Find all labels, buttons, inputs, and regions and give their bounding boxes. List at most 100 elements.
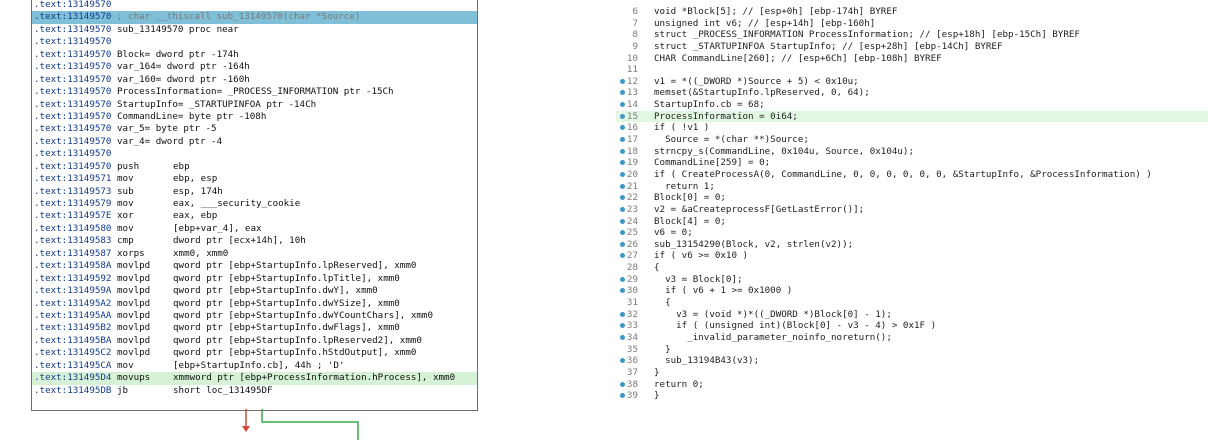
- pseudocode-line[interactable]: 26 sub_13154290(Block, v2, strlen(v2));: [616, 239, 1208, 251]
- pseudocode-text: struct _PROCESS_INFORMATION ProcessInfor…: [654, 29, 1080, 41]
- pseudocode-line[interactable]: 16 if ( !v1 ): [616, 122, 1208, 134]
- pseudocode-text: memset(&StartupInfo.lpReserved, 0, 64);: [654, 87, 870, 99]
- line-number: 6: [632, 6, 638, 17]
- pseudocode-text: {: [654, 262, 660, 274]
- line-number: 12: [626, 75, 638, 87]
- pseudocode-line[interactable]: 11: [616, 64, 1208, 76]
- pseudocode-view[interactable]: 6 void *Block[5]; // [esp+0h] [ebp-174h] …: [616, 0, 1208, 440]
- pseudocode-line[interactable]: 17 Source = *(char **)Source;: [616, 134, 1208, 146]
- pseudocode-line[interactable]: 20 if ( CreateProcessA(0, CommandLine, 0,…: [616, 169, 1208, 181]
- pseudocode-line[interactable]: 27 if ( v6 >= 0x10 ): [616, 250, 1208, 262]
- pseudocode-line[interactable]: 14 StartupInfo.cb = 68;: [616, 99, 1208, 111]
- line-number: 29: [626, 273, 638, 285]
- pseudocode-lines: 6 void *Block[5]; // [esp+0h] [ebp-174h] …: [616, 6, 1208, 402]
- pseudocode-text: }: [654, 366, 660, 378]
- pseudocode-line[interactable]: 34 _invalid_parameter_noinfo_noreturn();: [616, 332, 1208, 344]
- pseudocode-line[interactable]: 36 sub_13194B43(v3);: [616, 355, 1208, 367]
- pseudocode-line[interactable]: 35 }: [616, 344, 1208, 356]
- pseudocode-text: sub_13194B43(v3);: [654, 355, 760, 367]
- pseudocode-line[interactable]: 25 v6 = 0;: [616, 227, 1208, 239]
- line-number: 34: [626, 331, 638, 343]
- line-number: 28: [626, 262, 638, 274]
- pseudocode-text: v3 = Block[0];: [654, 273, 743, 285]
- pseudocode-line[interactable]: 32 v3 = (void *)*((_DWORD *)Block[0] - 1…: [616, 309, 1208, 321]
- line-number: 27: [626, 250, 638, 262]
- line-number: 26: [626, 238, 638, 250]
- line-number: 22: [626, 192, 638, 204]
- pseudocode-line[interactable]: 6 void *Block[5]; // [esp+0h] [ebp-174h] …: [616, 6, 1208, 18]
- line-number: 33: [626, 320, 638, 332]
- pseudocode-line[interactable]: 33 if ( (unsigned int)(Block[0] - v3 - 4…: [616, 320, 1208, 332]
- pseudocode-line[interactable]: 24 Block[4] = 0;: [616, 216, 1208, 228]
- line-number: 37: [626, 366, 638, 378]
- pseudocode-text: v3 = (void *)*((_DWORD *)Block[0] - 1);: [654, 308, 892, 320]
- line-number: 7: [632, 17, 638, 29]
- line-number: 10: [626, 52, 638, 64]
- pseudocode-text: if ( (unsigned int)(Block[0] - v3 - 4) >…: [654, 320, 937, 332]
- panel-gutter: [486, 0, 616, 440]
- line-number: 16: [626, 122, 638, 134]
- pseudocode-text: strncpy_s(CommandLine, 0x104u, Source, 0…: [654, 145, 914, 157]
- pseudocode-text: }: [654, 343, 671, 355]
- line-number: 11: [626, 64, 638, 76]
- graph-edges: [242, 409, 359, 440]
- pseudocode-text: Block[0] = 0;: [654, 192, 726, 204]
- pseudocode-text: return 0;: [654, 378, 704, 390]
- line-number: 21: [626, 180, 638, 192]
- line-number: 9: [632, 40, 638, 52]
- pseudocode-text: void *Block[5]; // [esp+0h] [ebp-174h] B…: [654, 6, 898, 17]
- pseudocode-line[interactable]: 13 memset(&StartupInfo.lpReserved, 0, 64)…: [616, 87, 1208, 99]
- pseudocode-line[interactable]: 28 {: [616, 262, 1208, 274]
- pseudocode-text: return 1;: [654, 180, 715, 192]
- edge-green: [261, 409, 359, 440]
- line-number: 14: [626, 99, 638, 111]
- pseudocode-text: CHAR CommandLine[260]; // [esp+6Ch] [ebp…: [654, 52, 942, 64]
- line-number: 24: [626, 215, 638, 227]
- line-number: 35: [626, 343, 638, 355]
- pseudocode-line[interactable]: 19 CommandLine[259] = 0;: [616, 157, 1208, 169]
- pseudocode-line[interactable]: 22 Block[0] = 0;: [616, 192, 1208, 204]
- line-number: 18: [626, 145, 638, 157]
- pseudocode-text: struct _STARTUPINFOA StartupInfo; // [es…: [654, 40, 1003, 52]
- pseudocode-line[interactable]: 38 return 0;: [616, 379, 1208, 391]
- pseudocode-text: StartupInfo.cb = 68;: [654, 99, 765, 111]
- line-number: 13: [626, 87, 638, 99]
- line-number: 20: [626, 168, 638, 180]
- pseudocode-text: if ( CreateProcessA(0, CommandLine, 0, 0…: [654, 168, 1152, 180]
- line-number: 23: [626, 203, 638, 215]
- pseudocode-line[interactable]: 37}: [616, 367, 1208, 379]
- edge-red-arrow: [242, 426, 250, 432]
- pseudocode-text: v2 = &aCreateprocessF[GetLastError()];: [654, 203, 865, 215]
- line-number: 25: [626, 227, 638, 239]
- pseudocode-line[interactable]: 18 strncpy_s(CommandLine, 0x104u, Source,…: [616, 146, 1208, 158]
- line-number: 31: [626, 297, 638, 309]
- pseudocode-text: if ( v6 + 1 >= 0x1000 ): [654, 285, 793, 297]
- line-number: 36: [626, 355, 638, 367]
- pseudocode-text: if ( v6 >= 0x10 ): [654, 250, 749, 262]
- line-number: 30: [626, 285, 638, 297]
- disassembly-graph-view[interactable]: .text:13149570 .text:13149570 ; char __t…: [0, 0, 486, 440]
- line-number: 19: [626, 157, 638, 169]
- line-number: 39: [626, 390, 638, 402]
- pseudocode-text: Source = *(char **)Source;: [654, 134, 809, 146]
- line-number: 15: [626, 110, 638, 122]
- line-number: 17: [626, 134, 638, 146]
- pseudocode-line[interactable]: 29 v3 = Block[0];: [616, 274, 1208, 286]
- pseudocode-text: ProcessInformation = 0i64;: [654, 110, 798, 122]
- pseudocode-line[interactable]: 7 unsigned int v6; // [esp+14h] [ebp-160h…: [616, 18, 1208, 30]
- pseudocode-line[interactable]: 21 return 1;: [616, 181, 1208, 193]
- pseudocode-line[interactable]: 30 if ( v6 + 1 >= 0x1000 ): [616, 285, 1208, 297]
- pseudocode-text: _invalid_parameter_noinfo_noreturn();: [654, 331, 892, 343]
- pseudocode-text: unsigned int v6; // [esp+14h] [ebp-160h]: [654, 17, 876, 29]
- pseudocode-line[interactable]: 10 CHAR CommandLine[260]; // [esp+6Ch] [e…: [616, 53, 1208, 65]
- pseudocode-line[interactable]: 9 struct _STARTUPINFOA StartupInfo; // [e…: [616, 41, 1208, 53]
- line-number: 8: [632, 29, 638, 41]
- pseudocode-line[interactable]: 39}: [616, 390, 1208, 402]
- pseudocode-line[interactable]: 31 {: [616, 297, 1208, 309]
- pseudocode-line[interactable]: 15 ProcessInformation = 0i64;: [616, 110, 1208, 123]
- pseudocode-line[interactable]: 8 struct _PROCESS_INFORMATION ProcessInfo…: [616, 29, 1208, 41]
- pseudocode-text: {: [654, 297, 671, 309]
- pseudocode-line[interactable]: 12 v1 = *((_DWORD *)Source + 5) < 0x10u;: [616, 76, 1208, 88]
- pseudocode-text: v1 = *((_DWORD *)Source + 5) < 0x10u;: [654, 75, 859, 87]
- pseudocode-line[interactable]: 23 v2 = &aCreateprocessF[GetLastError()];: [616, 204, 1208, 216]
